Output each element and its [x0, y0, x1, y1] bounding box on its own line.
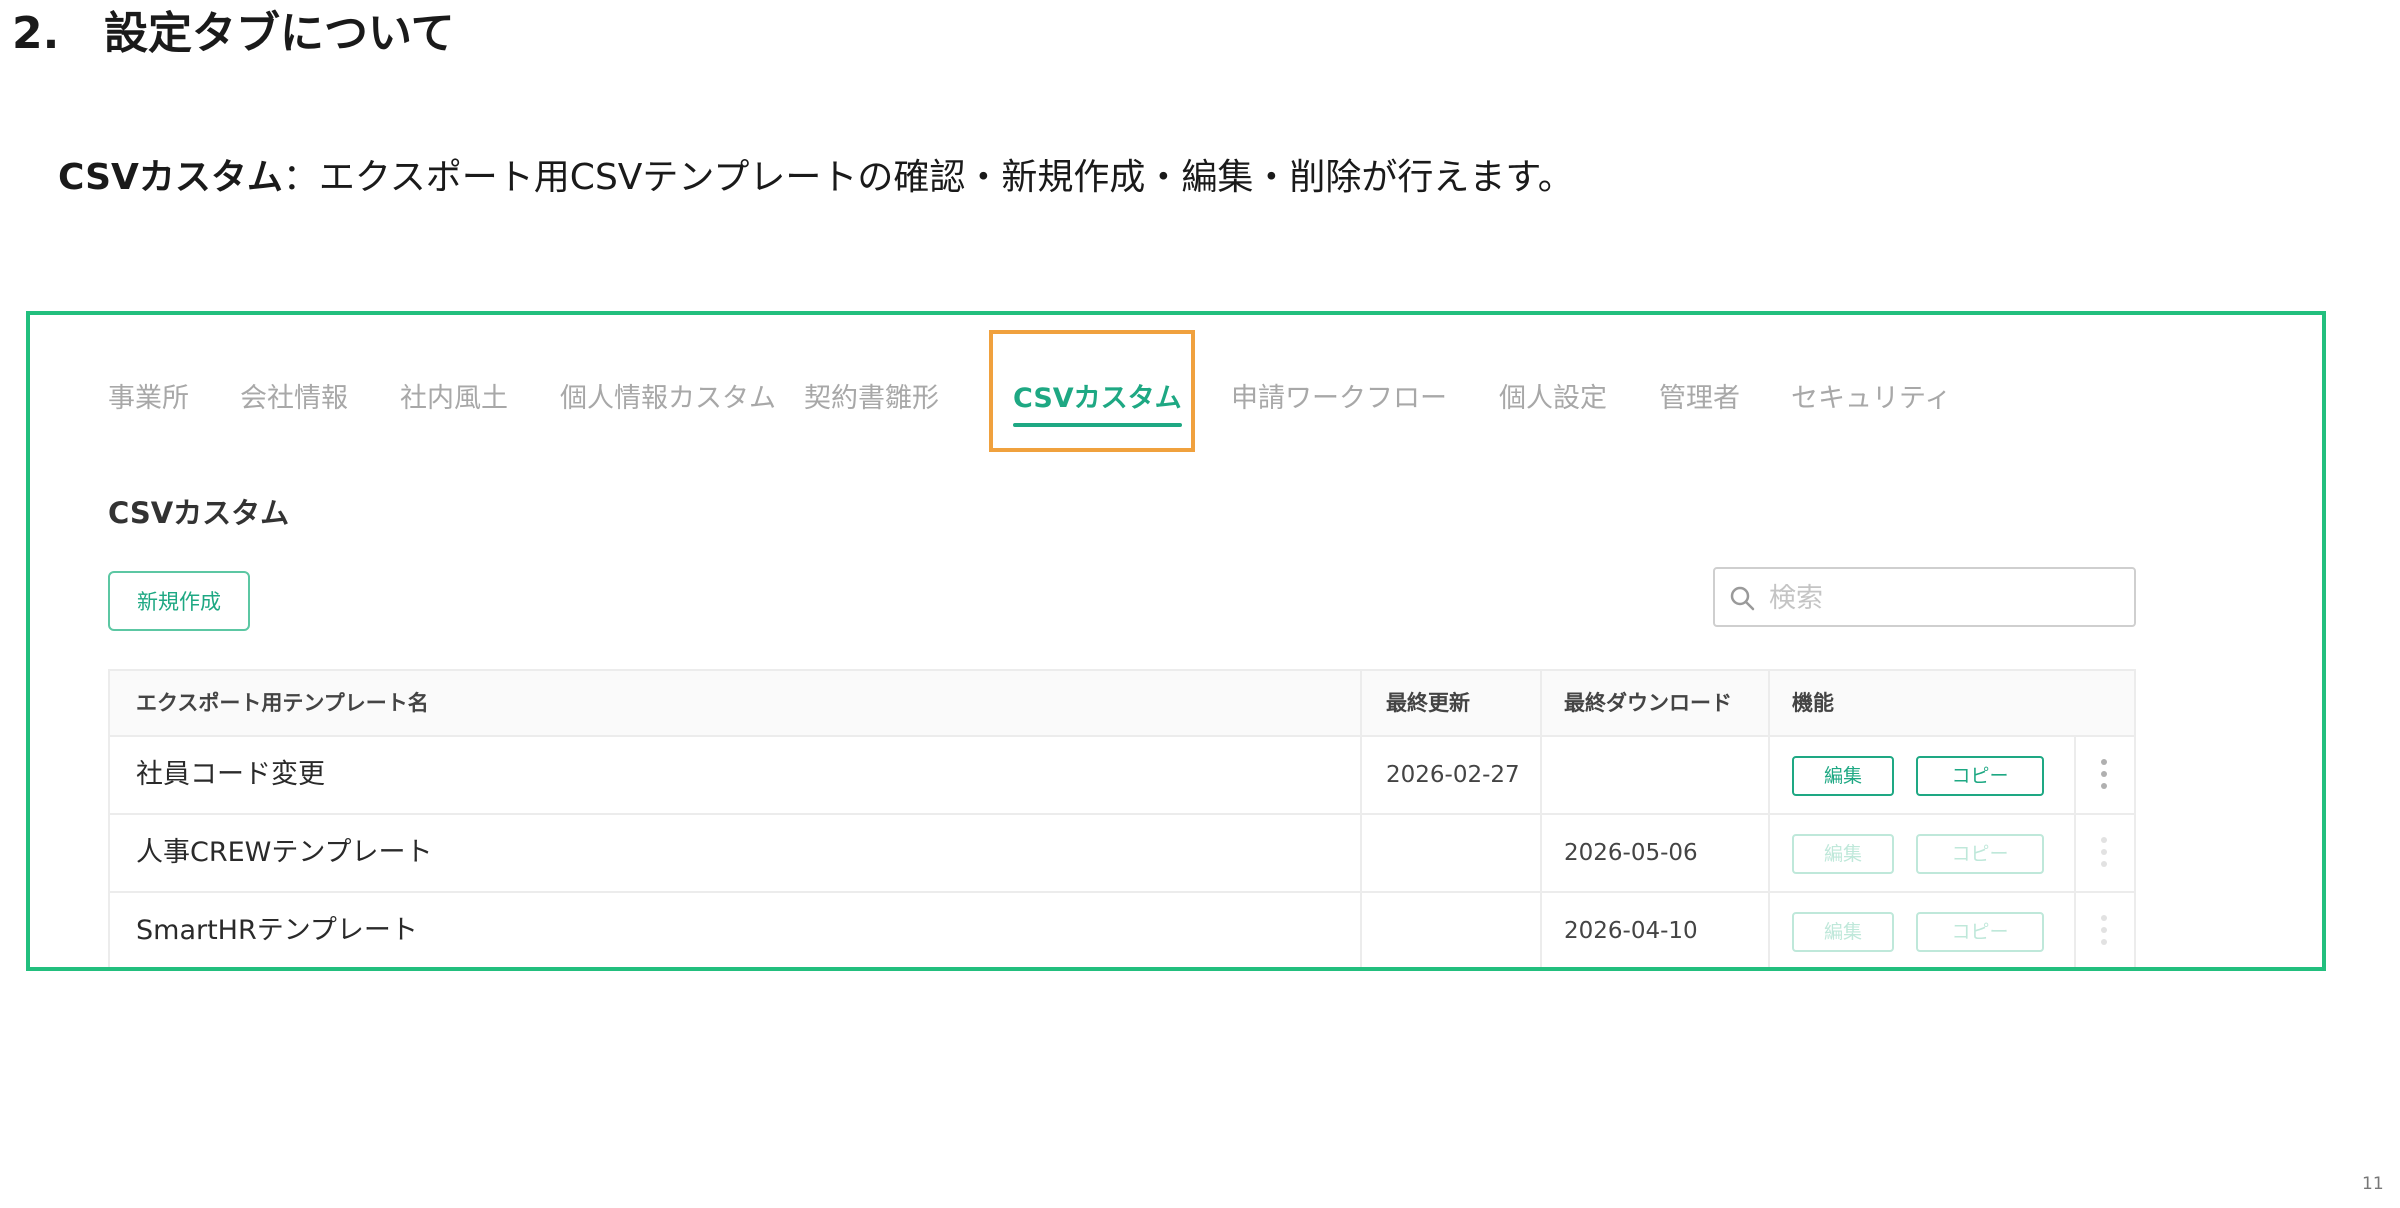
- table-row: SmartHRテンプレート 2026-04-10 編集 コピー: [110, 893, 2134, 967]
- edit-button[interactable]: 編集: [1792, 912, 1894, 952]
- edit-button[interactable]: 編集: [1792, 834, 1894, 874]
- kebab-icon[interactable]: [2100, 837, 2108, 871]
- last-downloaded: 2026-05-06: [1564, 840, 1698, 866]
- heading-title: 設定タブについて: [104, 8, 455, 59]
- column-header-actions: 機能: [1792, 691, 1834, 715]
- table-row: 社員コード変更 2026-02-27 編集 コピー: [110, 737, 2134, 815]
- table-row: 人事CREWテンプレート 2026-05-06 編集 コピー: [110, 815, 2134, 893]
- tab-company-info[interactable]: 会社情報: [240, 367, 348, 431]
- column-header-updated: 最終更新: [1386, 691, 1470, 715]
- section-title: CSVカスタム: [108, 496, 290, 530]
- active-tab-highlight-box: [989, 330, 1195, 452]
- intro-text: CSVカスタム：エクスポート用CSVテンプレートの確認・新規作成・編集・削除が行…: [58, 150, 1574, 206]
- copy-button[interactable]: コピー: [1916, 912, 2044, 952]
- tab-request-workflow[interactable]: 申請ワークフロー: [1231, 367, 1447, 431]
- template-name: 人事CREWテンプレート: [136, 837, 433, 868]
- copy-button[interactable]: コピー: [1916, 834, 2044, 874]
- new-template-button[interactable]: 新規作成: [108, 571, 250, 631]
- kebab-icon[interactable]: [2100, 915, 2108, 949]
- tab-corporate-culture[interactable]: 社内風土: [400, 367, 508, 431]
- screenshot-frame: 事業所 会社情報 社内風土 個人情報カスタム 契約書雛形 CSVカスタム 申請ワ…: [26, 311, 2326, 971]
- template-name: SmartHRテンプレート: [136, 915, 418, 946]
- slide-heading: 2. 設定タブについて: [12, 4, 455, 64]
- page-number: 11: [2362, 1174, 2384, 1194]
- search-input[interactable]: [1767, 569, 2111, 627]
- kebab-icon[interactable]: [2100, 759, 2108, 793]
- heading-number: 2.: [12, 8, 60, 59]
- copy-button[interactable]: コピー: [1916, 756, 2044, 796]
- intro-term: CSVカスタム: [58, 157, 283, 198]
- column-header-name: エクスポート用テンプレート名: [136, 691, 429, 715]
- tab-security[interactable]: セキュリティ: [1791, 367, 1951, 431]
- search-icon: [1730, 586, 1755, 611]
- last-downloaded: 2026-04-10: [1564, 918, 1698, 944]
- tab-office[interactable]: 事業所: [108, 367, 189, 431]
- tab-personal-settings[interactable]: 個人設定: [1499, 367, 1607, 431]
- last-updated: 2026-02-27: [1386, 762, 1520, 788]
- search-box[interactable]: [1713, 567, 2136, 627]
- intro-description: ：エクスポート用CSVテンプレートの確認・新規作成・編集・削除が行えます。: [282, 157, 1574, 198]
- table-header: エクスポート用テンプレート名 最終更新 最終ダウンロード 機能: [110, 669, 2134, 737]
- template-name: 社員コード変更: [136, 759, 325, 790]
- edit-button[interactable]: 編集: [1792, 756, 1894, 796]
- tab-contract-template[interactable]: 契約書雛形: [804, 367, 939, 431]
- tab-administrator[interactable]: 管理者: [1659, 367, 1740, 431]
- template-table: エクスポート用テンプレート名 最終更新 最終ダウンロード 機能 社員コード変更 …: [108, 669, 2136, 967]
- tab-personal-info-custom[interactable]: 個人情報カスタム: [560, 367, 776, 431]
- column-header-downloaded: 最終ダウンロード: [1564, 691, 1732, 715]
